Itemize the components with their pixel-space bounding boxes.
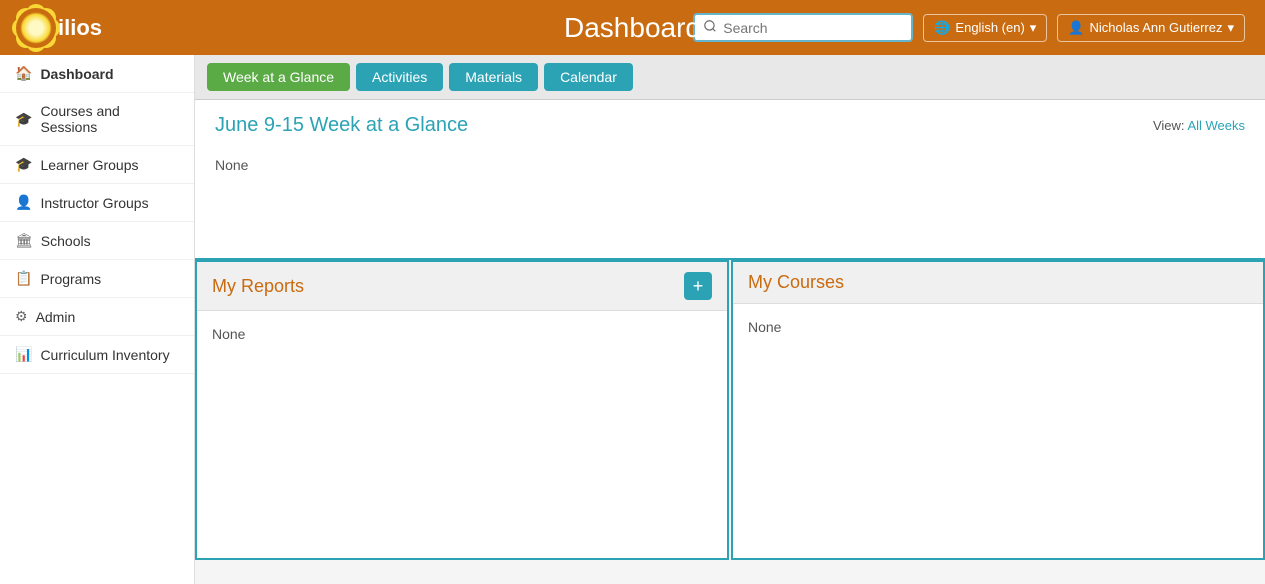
sidebar-item-learner-groups[interactable]: 🎓 Learner Groups — [0, 146, 194, 184]
user-menu-button[interactable]: 👤 Nicholas Ann Gutierrez ▾ — [1057, 14, 1245, 42]
sidebar-label-courses: Courses and Sessions — [40, 103, 179, 135]
my-reports-panel: My Reports + None — [195, 260, 729, 560]
sidebar-label-schools: Schools — [41, 233, 91, 249]
main-content: Week at a Glance Activities Materials Ca… — [195, 55, 1265, 584]
add-report-button[interactable]: + — [684, 272, 712, 300]
search-icon — [703, 19, 717, 36]
my-courses-body: None — [733, 304, 1263, 350]
week-at-a-glance-section: June 9-15 Week at a Glance View: All Wee… — [195, 100, 1265, 260]
my-courses-panel: My Courses None — [731, 260, 1265, 560]
language-label: English (en) — [955, 20, 1024, 35]
schools-icon: 🏛 — [15, 232, 33, 249]
logo-sun-icon — [20, 12, 52, 44]
sidebar-label-learner-groups: Learner Groups — [40, 157, 138, 173]
home-icon: 🏠 — [15, 65, 32, 82]
sidebar-item-courses-sessions[interactable]: 🎓 Courses and Sessions — [0, 93, 194, 146]
week-title: June 9-15 Week at a Glance — [215, 114, 468, 137]
view-link-container: View: All Weeks — [1153, 118, 1245, 133]
globe-icon: 🌐 — [934, 20, 950, 36]
week-body: None — [195, 147, 1265, 193]
my-reports-header: My Reports + — [197, 262, 727, 311]
bottom-panels: My Reports + None My Courses None — [195, 260, 1265, 560]
tab-materials[interactable]: Materials — [449, 63, 538, 91]
sidebar-label-curriculum: Curriculum Inventory — [40, 347, 169, 363]
sidebar-item-admin[interactable]: ⚙ Admin — [0, 298, 194, 336]
dropdown-arrow-icon: ▾ — [1030, 20, 1037, 36]
programs-icon: 📋 — [15, 270, 32, 287]
app-logo: ilios — [20, 12, 102, 44]
user-dropdown-arrow-icon: ▾ — [1227, 20, 1234, 36]
logo-text: ilios — [58, 15, 102, 41]
user-icon: 👤 — [1068, 20, 1084, 36]
my-courses-title: My Courses — [748, 272, 844, 293]
all-weeks-link[interactable]: All Weeks — [1187, 118, 1245, 133]
header-right: 🌐 English (en) ▾ 👤 Nicholas Ann Gutierre… — [693, 13, 1245, 42]
learner-icon: 🎓 — [15, 156, 32, 173]
page-title: Dashboard — [564, 12, 701, 44]
search-input[interactable] — [723, 20, 903, 36]
sidebar-item-curriculum-inventory[interactable]: 📊 Curriculum Inventory — [0, 336, 194, 374]
view-prefix: View: — [1153, 118, 1185, 133]
sidebar-label-instructor-groups: Instructor Groups — [40, 195, 148, 211]
app-layout: 🏠 Dashboard 🎓 Courses and Sessions 🎓 Lea… — [0, 55, 1265, 584]
my-courses-content: None — [748, 319, 781, 335]
courses-icon: 🎓 — [15, 111, 32, 128]
week-header: June 9-15 Week at a Glance View: All Wee… — [195, 100, 1265, 147]
tab-calendar[interactable]: Calendar — [544, 63, 633, 91]
sidebar-item-dashboard[interactable]: 🏠 Dashboard — [0, 55, 194, 93]
admin-icon: ⚙ — [15, 308, 28, 325]
search-box — [693, 13, 913, 42]
tabs-bar: Week at a Glance Activities Materials Ca… — [195, 55, 1265, 100]
sidebar-label-dashboard: Dashboard — [40, 66, 113, 82]
sidebar-item-schools[interactable]: 🏛 Schools — [0, 222, 194, 260]
sidebar-label-programs: Programs — [40, 271, 101, 287]
my-courses-header: My Courses — [733, 262, 1263, 304]
instructor-icon: 👤 — [15, 194, 32, 211]
my-reports-content: None — [212, 326, 245, 342]
sidebar-item-programs[interactable]: 📋 Programs — [0, 260, 194, 298]
language-selector[interactable]: 🌐 English (en) ▾ — [923, 14, 1047, 42]
app-header: ilios Dashboard 🌐 English (en) ▾ 👤 Nicho… — [0, 0, 1265, 55]
tab-activities[interactable]: Activities — [356, 63, 443, 91]
week-content: None — [215, 157, 248, 173]
tab-week-at-a-glance[interactable]: Week at a Glance — [207, 63, 350, 91]
curriculum-icon: 📊 — [15, 346, 32, 363]
sidebar-item-instructor-groups[interactable]: 👤 Instructor Groups — [0, 184, 194, 222]
user-name-label: Nicholas Ann Gutierrez — [1090, 20, 1223, 35]
sidebar: 🏠 Dashboard 🎓 Courses and Sessions 🎓 Lea… — [0, 55, 195, 584]
my-reports-body: None — [197, 311, 727, 357]
my-reports-title: My Reports — [212, 276, 304, 297]
sidebar-label-admin: Admin — [36, 309, 76, 325]
